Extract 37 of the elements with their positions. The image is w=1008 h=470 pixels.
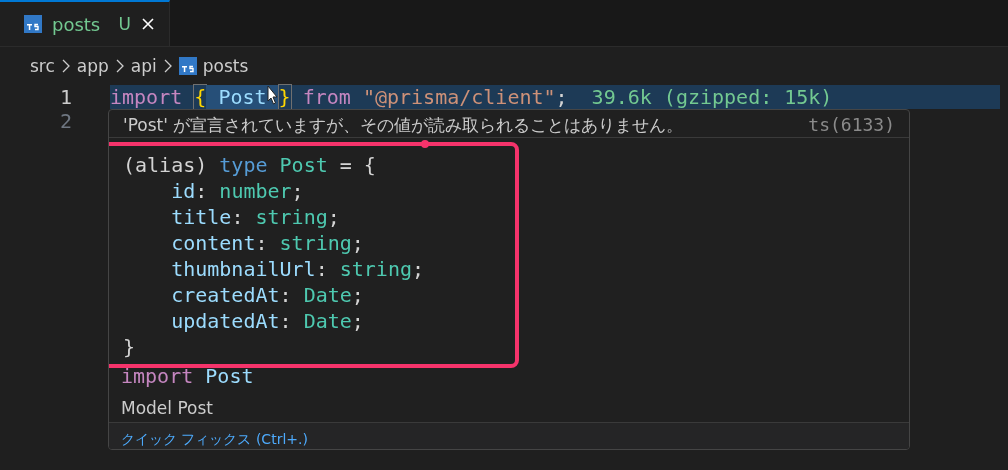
code-token: from xyxy=(301,85,352,109)
code-line: createdAt: Date; xyxy=(170,281,365,308)
typescript-file-icon xyxy=(24,15,42,33)
error-message: 'Post' が宣言されていますが、その値が読み取られることはありません。 xyxy=(123,114,684,136)
import-size: 39.6k (gzipped: 15k) xyxy=(591,85,833,109)
breadcrumb[interactable]: api xyxy=(130,56,157,76)
code-token: ; xyxy=(555,85,568,109)
code-line: (alias) type Post = { xyxy=(123,151,377,178)
tab-label: posts xyxy=(52,13,102,35)
code-token: import xyxy=(110,85,184,109)
code-line: title: string; xyxy=(170,203,341,230)
code-token: { xyxy=(194,85,207,109)
breadcrumb[interactable]: app xyxy=(76,56,109,76)
typescript-file-icon xyxy=(178,57,197,75)
line-number: 2 xyxy=(58,109,73,133)
code-line: thumbnailUrl: string; xyxy=(170,255,426,282)
git-status: U xyxy=(118,14,131,34)
code-line: } xyxy=(123,333,137,360)
breadcrumb[interactable]: posts xyxy=(202,56,249,76)
code-line: id: number; xyxy=(170,177,305,204)
code-token: Post xyxy=(206,85,279,109)
code-token: } xyxy=(278,85,291,109)
mouse-cursor-icon xyxy=(267,85,278,105)
error-code: ts(6133) xyxy=(808,114,895,136)
quick-fix-link[interactable]: クイック フィックス (Ctrl+.) xyxy=(121,431,308,447)
chevron-icon xyxy=(162,59,173,73)
editor-tab[interactable]: posts U xyxy=(0,0,170,46)
code-line: content: string; xyxy=(170,229,365,256)
code-token: "@prisma/client" xyxy=(362,85,556,109)
chevron-icon xyxy=(114,59,125,73)
code-line: import Post xyxy=(120,365,255,387)
code-line: updatedAt: Date; xyxy=(170,307,365,334)
line-number: 1 xyxy=(58,85,73,109)
doc-text: Model Post xyxy=(120,397,214,421)
breadcrumb[interactable]: src xyxy=(30,56,55,76)
close-icon[interactable] xyxy=(141,17,155,31)
chevron-icon xyxy=(60,59,71,73)
